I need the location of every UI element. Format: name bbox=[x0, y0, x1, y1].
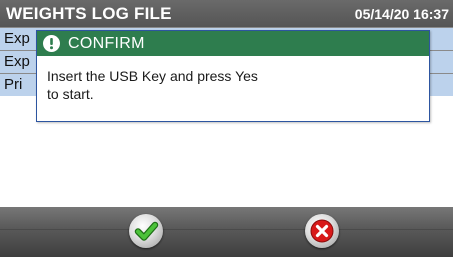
divider bbox=[0, 229, 453, 230]
dialog-message: Insert the USB Key and press Yes to star… bbox=[47, 67, 407, 103]
title-bar: WEIGHTS LOG FILE 05/14/20 16:37 bbox=[0, 0, 453, 27]
dialog-title: CONFIRM bbox=[68, 35, 145, 52]
dialog-message-line: to start. bbox=[47, 86, 94, 102]
x-icon bbox=[310, 219, 334, 243]
confirm-dialog: CONFIRM Insert the USB Key and press Yes… bbox=[36, 30, 430, 122]
footer-bar bbox=[0, 207, 453, 257]
dialog-titlebar: CONFIRM bbox=[37, 31, 429, 56]
datetime: 05/14/20 16:37 bbox=[354, 6, 449, 22]
no-button[interactable] bbox=[305, 214, 339, 248]
list-item-label: Exp bbox=[4, 30, 30, 47]
alert-icon bbox=[43, 35, 60, 52]
page-title: WEIGHTS LOG FILE bbox=[6, 4, 172, 23]
checkmark-icon bbox=[134, 221, 159, 241]
dialog-message-line: Insert the USB Key and press Yes bbox=[47, 68, 258, 84]
yes-button[interactable] bbox=[129, 214, 163, 248]
list-item-label: Pri bbox=[4, 76, 23, 93]
list-item-label: Exp bbox=[4, 53, 30, 70]
